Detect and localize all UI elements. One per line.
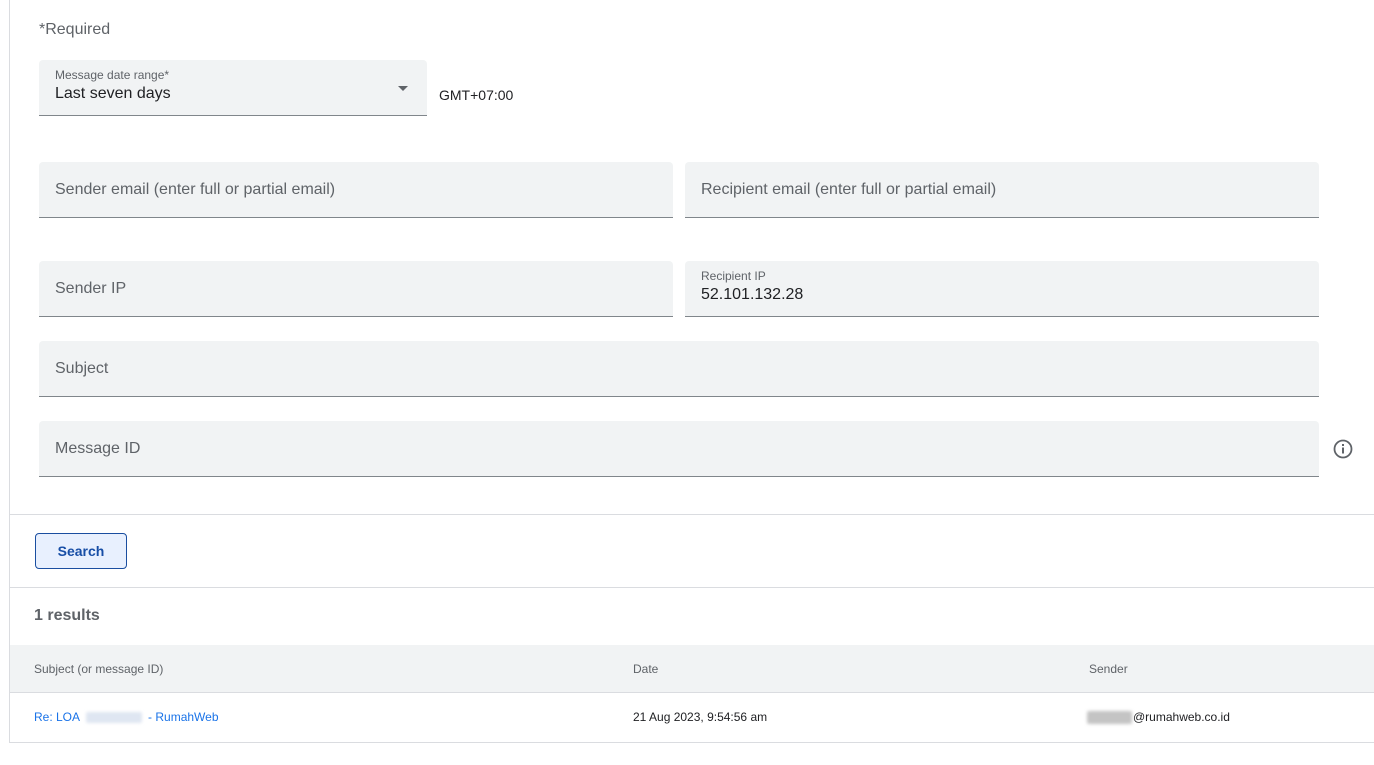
subject-suffix: - RumahWeb: [148, 710, 219, 724]
subject-prefix: Re: LOA: [34, 710, 81, 724]
search-button[interactable]: Search: [35, 533, 127, 569]
timezone-label: GMT+07:00: [439, 87, 514, 103]
message-id-placeholder: Message ID: [55, 439, 141, 457]
required-note: *Required: [39, 21, 111, 38]
column-header-subject[interactable]: Subject (or message ID): [34, 662, 163, 676]
results-count: 1 results: [34, 607, 100, 624]
subject-field[interactable]: Subject: [39, 341, 1319, 397]
recipient-email-field[interactable]: Recipient email (enter full or partial e…: [685, 162, 1319, 218]
sender-ip-placeholder: Sender IP: [55, 279, 127, 297]
recipient-ip-field[interactable]: Recipient IP 52.101.132.28: [685, 261, 1319, 317]
recipient-ip-label: Recipient IP: [701, 269, 766, 283]
sender-ip-field[interactable]: Sender IP: [39, 261, 673, 317]
redacted-text: [86, 711, 143, 723]
recipient-ip-value: 52.101.132.28: [701, 286, 804, 303]
divider: [10, 587, 1374, 588]
result-subject-link[interactable]: Re: LOA - RumahWeb: [34, 710, 219, 724]
message-id-field[interactable]: Message ID: [39, 421, 1319, 477]
result-sender: @rumahweb.co.id: [1087, 710, 1230, 724]
column-header-sender[interactable]: Sender: [1089, 662, 1128, 676]
sender-email-placeholder: Sender email (enter full or partial emai…: [55, 180, 336, 198]
subject-placeholder: Subject: [55, 359, 109, 377]
result-date: 21 Aug 2023, 9:54:56 am: [633, 710, 768, 724]
sender-domain: @rumahweb.co.id: [1133, 710, 1230, 724]
table-row[interactable]: Re: LOA - RumahWeb 21 Aug 2023, 9:54:56 …: [10, 693, 1374, 742]
date-range-select[interactable]: Message date range* Last seven days: [39, 60, 427, 116]
date-range-value: Last seven days: [55, 85, 171, 102]
results-table-header: Subject (or message ID) Date Sender: [10, 645, 1374, 693]
divider: [10, 514, 1374, 515]
sender-email-field[interactable]: Sender email (enter full or partial emai…: [39, 162, 673, 218]
redacted-text: [1087, 710, 1132, 724]
dropdown-arrow-icon: [398, 86, 408, 91]
date-range-label: Message date range*: [55, 68, 170, 82]
recipient-email-placeholder: Recipient email (enter full or partial e…: [701, 180, 997, 198]
info-icon[interactable]: [1332, 438, 1354, 460]
column-header-date[interactable]: Date: [633, 662, 658, 676]
